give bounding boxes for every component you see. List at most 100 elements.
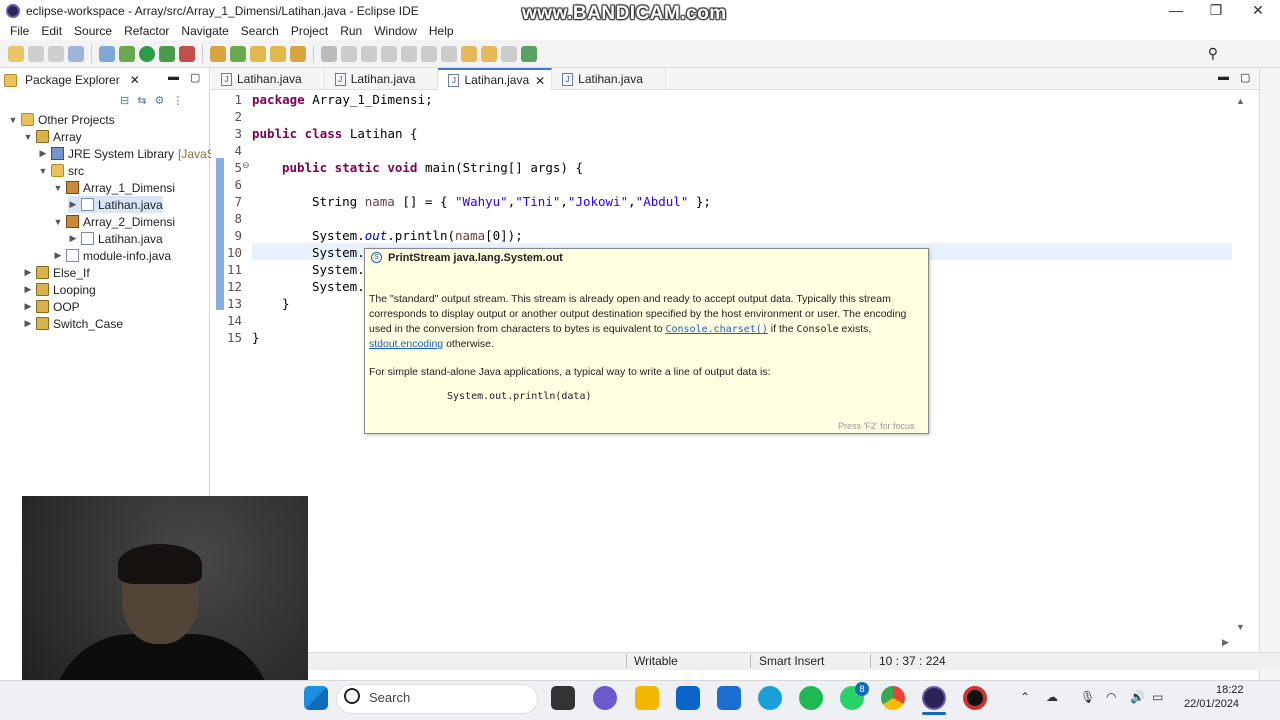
menu-run[interactable]: Run [334, 24, 368, 38]
pin-editor-icon[interactable] [521, 45, 537, 62]
block-selection-icon[interactable] [361, 45, 377, 62]
collapse-arrow-icon[interactable]: ▼ [38, 166, 48, 176]
code-line[interactable]: System. [312, 245, 365, 260]
expand-arrow-icon[interactable]: ▶ [23, 267, 33, 278]
toggle-breadcrumb-icon[interactable] [341, 45, 357, 62]
spotify-icon[interactable] [799, 686, 823, 710]
show-hidden-icons-icon[interactable]: ⌃ [1020, 690, 1030, 704]
close-icon[interactable]: ✕ [130, 73, 140, 87]
debug-icon[interactable] [119, 45, 135, 62]
edge-icon[interactable] [758, 686, 782, 710]
collapse-arrow-icon[interactable]: ▼ [53, 183, 63, 193]
code-line[interactable]: public static void main(String[] args) { [282, 160, 583, 175]
maximize-view-button[interactable]: ▢ [190, 71, 200, 84]
tree-item-oop[interactable]: ▶ OOP [23, 298, 80, 315]
skip-breakpoints-icon[interactable] [99, 45, 115, 62]
close-window-button[interactable]: ✕ [1238, 0, 1278, 22]
save-icon[interactable] [28, 45, 44, 62]
code-line[interactable]: System. [312, 262, 365, 277]
next-annotation-icon[interactable] [421, 45, 437, 62]
tree-item-module-info[interactable]: ▶ module-info.java [53, 247, 172, 264]
menu-help[interactable]: Help [423, 24, 460, 38]
new-java-project-icon[interactable] [210, 45, 226, 62]
expand-arrow-icon[interactable]: ▶ [68, 233, 78, 244]
clock-time[interactable]: 18:22 [1216, 684, 1244, 696]
code-line[interactable]: } [252, 330, 260, 345]
status-cursor-position[interactable]: 10 : 37 : 224 [879, 654, 946, 668]
status-insert-mode[interactable]: Smart Insert [759, 654, 824, 668]
battery-icon[interactable]: ▭ [1152, 690, 1163, 704]
view-menu-icon[interactable]: ⋮ [172, 94, 183, 107]
menu-window[interactable]: Window [368, 24, 423, 38]
open-task-icon[interactable] [270, 45, 286, 62]
search-icon[interactable]: ⚲ [1208, 45, 1218, 62]
editor-tab-active[interactable]: J Latihan.java ✕ [438, 68, 553, 90]
chrome-icon[interactable] [881, 686, 905, 710]
forward-icon[interactable] [501, 45, 517, 62]
tree-item-array-2-dimensi[interactable]: ▼ Array_2_Dimensi [53, 213, 176, 230]
menu-navigate[interactable]: Navigate [175, 24, 234, 38]
tree-item-other-projects[interactable]: ▼ Other Projects [8, 111, 115, 128]
package-explorer-tab[interactable]: Package Explorer ✕ [4, 70, 140, 90]
eclipse-taskbar-icon[interactable] [922, 686, 946, 710]
microphone-icon[interactable]: 🎙 [1080, 690, 1095, 704]
expand-arrow-icon[interactable]: ▶ [23, 284, 33, 295]
minimize-editor-button[interactable]: ▬ [1218, 71, 1229, 83]
new-icon[interactable] [8, 45, 24, 62]
minimize-view-button[interactable]: ▬ [168, 71, 179, 83]
scroll-right-arrow-icon[interactable]: ▶ [1222, 637, 1229, 648]
tree-item-latihan[interactable]: ▶ Latihan.java [68, 230, 163, 247]
minimize-button[interactable]: — [1156, 0, 1196, 22]
file-explorer-icon[interactable] [635, 686, 659, 710]
code-line[interactable]: System.out.println(nama[0]); [312, 228, 523, 243]
scroll-up-arrow-icon[interactable]: ▲ [1236, 96, 1245, 106]
scroll-down-arrow-icon[interactable]: ▼ [1236, 622, 1245, 632]
external-tools-icon[interactable] [179, 45, 195, 62]
new-class-icon[interactable] [230, 45, 246, 62]
link-with-editor-icon[interactable]: ⇆ [137, 94, 146, 107]
tree-item-switch-case[interactable]: ▶ Switch_Case [23, 315, 124, 332]
collapse-arrow-icon[interactable]: ▼ [53, 217, 63, 227]
collapse-arrow-icon[interactable]: ▼ [8, 115, 18, 125]
expand-arrow-icon[interactable]: ▶ [68, 199, 78, 210]
store-icon[interactable] [717, 686, 741, 710]
expand-arrow-icon[interactable]: ▶ [53, 250, 63, 261]
collapse-arrow-icon[interactable]: ▼ [23, 132, 33, 142]
toggle-mark-occurrences-icon[interactable] [321, 45, 337, 62]
expand-arrow-icon[interactable]: ▶ [38, 148, 48, 159]
tree-item-src[interactable]: ▼ src [38, 162, 84, 179]
mail-icon[interactable] [676, 686, 700, 710]
back-icon[interactable] [481, 45, 497, 62]
tree-item-array-1-dimensi[interactable]: ▼ Array_1_Dimensi [53, 179, 176, 196]
expand-arrow-icon[interactable]: ▶ [23, 301, 33, 312]
close-tab-icon[interactable]: ✕ [535, 74, 545, 88]
tree-item-looping[interactable]: ▶ Looping [23, 281, 96, 298]
tree-item-jre-library[interactable]: ▶ JRE System Library [JavaSE-2 [38, 145, 234, 162]
tree-item-else-if[interactable]: ▶ Else_If [23, 264, 90, 281]
start-icon[interactable] [304, 686, 328, 710]
code-line[interactable]: } [282, 296, 290, 311]
editor-tab[interactable]: J Latihan.java [325, 68, 439, 90]
save-all-icon[interactable] [48, 45, 64, 62]
teams-chat-icon[interactable] [593, 686, 617, 710]
bandicam-icon[interactable] [963, 686, 987, 710]
onedrive-icon[interactable]: ☁ [1046, 690, 1058, 704]
last-edit-location-icon[interactable] [461, 45, 477, 62]
stdout-encoding-link[interactable]: stdout.encoding [369, 338, 443, 350]
fold-icon[interactable]: ⊖ [242, 160, 250, 171]
search-tool-icon[interactable] [290, 45, 306, 62]
menu-file[interactable]: File [4, 24, 35, 38]
tree-item-array-project[interactable]: ▼ Array [23, 128, 82, 145]
editor-tab[interactable]: J Latihan.java [552, 68, 666, 90]
code-line[interactable]: System. [312, 279, 365, 294]
task-view-icon[interactable] [551, 686, 575, 710]
volume-icon[interactable]: 🔊 [1130, 690, 1145, 704]
run-icon[interactable] [139, 45, 155, 62]
terminal-icon[interactable] [68, 45, 84, 62]
taskbar-search-input[interactable] [336, 684, 538, 714]
open-type-icon[interactable] [250, 45, 266, 62]
previous-annotation-icon[interactable] [441, 45, 457, 62]
menu-search[interactable]: Search [235, 24, 285, 38]
code-line[interactable]: package Array_1_Dimensi; [252, 92, 433, 107]
word-wrap-icon[interactable] [381, 45, 397, 62]
